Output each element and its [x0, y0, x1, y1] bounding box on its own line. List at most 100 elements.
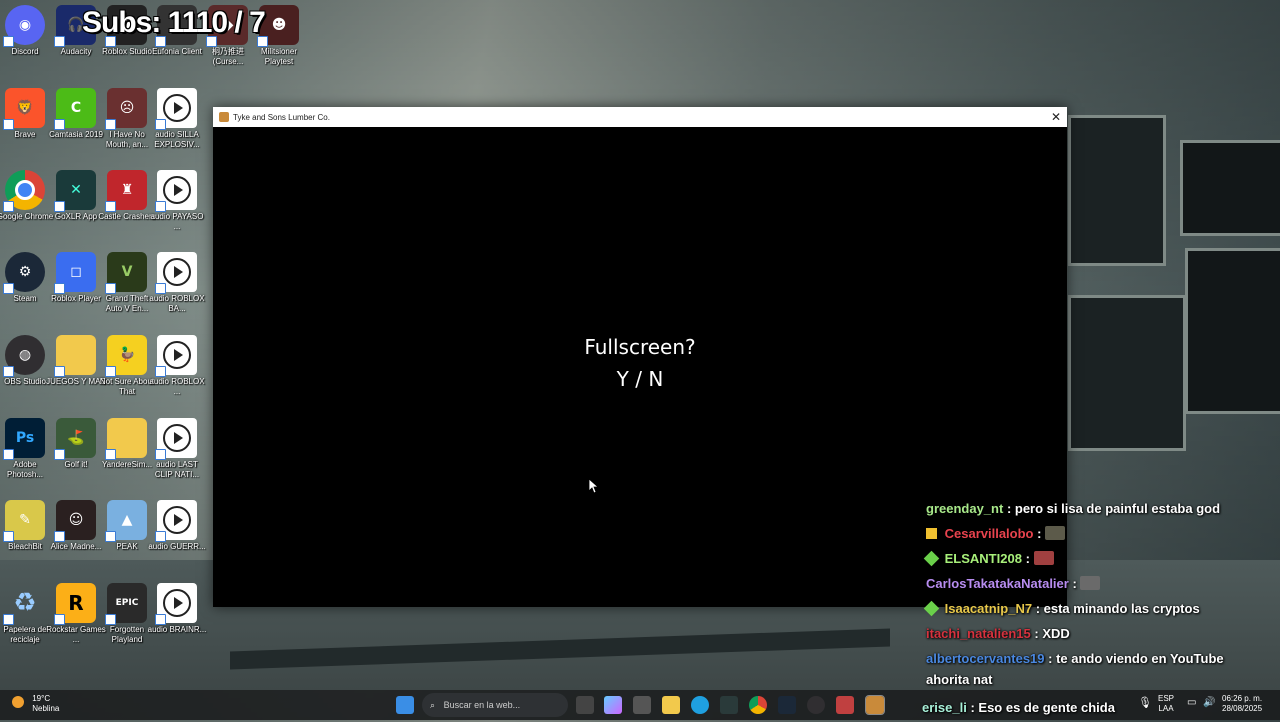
desktop-icon-label: audio SILLA EXPLOSIV...: [154, 130, 200, 149]
desktop-icon-audio-guerr[interactable]: audio GUERR...: [148, 500, 206, 552]
edge-icon[interactable]: [691, 696, 709, 714]
photoshop-icon: Ps: [3, 418, 45, 460]
close-button[interactable]: ✕: [1045, 110, 1067, 124]
desktop-icon-rockstar[interactable]: R Rockstar Games ...: [46, 583, 106, 645]
window-title: Tyke and Sons Lumber Co.: [233, 112, 330, 122]
desktop-icon-audio-brainr[interactable]: audio BRAINR...: [148, 583, 206, 635]
chat-username: greenday_nt: [926, 501, 1004, 516]
desktop-icon-i-have-no-mouth[interactable]: ☹ I Have No Mouth, an...: [103, 88, 151, 150]
chat-username: Cesarvillalobo: [944, 526, 1034, 541]
media-file-icon: [155, 88, 197, 130]
chat-message: CarlosTakatakaNatalier :: [926, 573, 1276, 598]
wallpaper-sign: [1068, 295, 1186, 451]
desktop-icon-label: Militsioner Playtest: [260, 47, 297, 66]
search-placeholder: Buscar en la web...: [443, 700, 521, 710]
window-titlebar[interactable]: Tyke and Sons Lumber Co. ✕: [213, 107, 1067, 127]
desktop-icon-obs[interactable]: ◍ OBS Studio: [1, 335, 49, 387]
desktop-icon-camtasia[interactable]: C Camtasia 2019: [49, 88, 103, 140]
file-explorer-icon[interactable]: [662, 696, 680, 714]
folder-icon: [54, 335, 96, 377]
roblox-icon: ◻: [54, 252, 96, 294]
chrome-taskbar-icon[interactable]: [749, 696, 767, 714]
store-icon[interactable]: [633, 696, 651, 714]
brave-icon: 🦁: [3, 88, 45, 130]
desktop-icon-label: audio GUERR...: [148, 542, 206, 551]
wallpaper-sign: [1180, 140, 1280, 236]
media-file-icon: [155, 252, 197, 294]
emote-icon: [1045, 526, 1066, 540]
desktop-icon-label: audio ROBLOX ...: [149, 377, 205, 396]
chat-text: : pero si lisa de painful estaba god: [1006, 501, 1221, 516]
desktop-icon-bleachbit[interactable]: ✎ BleachBit: [1, 500, 49, 552]
game-icon: ☻: [257, 5, 299, 47]
game-taskbar-icon[interactable]: [865, 695, 885, 715]
media-file-icon: [155, 500, 197, 542]
desktop-icon-audio-roblox-ba[interactable]: audio ROBLOX BA...: [149, 252, 205, 314]
epic-games-icon: EPIC: [105, 583, 147, 625]
chat-message: Cesarvillalobo :: [926, 523, 1276, 548]
emote-icon: [1080, 576, 1101, 590]
desktop-icon-peak[interactable]: ▲ PEAK: [103, 500, 151, 552]
bleachbit-icon: ✎: [3, 500, 45, 542]
desktop-icon-alice[interactable]: ☺ Alice Madne...: [51, 500, 101, 552]
desktop-icon-label: audio BRAINR...: [147, 625, 207, 634]
chat-text: : Eso es de gente chida: [970, 700, 1115, 715]
desktop-icon-juegos-y-mas[interactable]: JUEGOS Y MAS: [46, 335, 106, 387]
media-file-icon: [155, 170, 197, 212]
desktop-icon-chrome[interactable]: Google Chrome: [0, 170, 53, 222]
game-icon: ☺: [54, 500, 96, 542]
prompt-question: Fullscreen?: [584, 335, 696, 359]
desktop-icon-audio-last-clip[interactable]: audio LAST CLIP NATI...: [153, 418, 201, 480]
desktop-icon-roblox-player[interactable]: ◻ Roblox Player: [51, 252, 101, 304]
mountain-icon: ▲: [105, 500, 147, 542]
duck-icon: 🦆: [105, 335, 147, 377]
steam-icon: ⚙: [3, 252, 45, 294]
desktop-icon-golf-it[interactable]: ⛳ Golf it!: [52, 418, 100, 470]
desktop-icon-not-sure[interactable]: 🦆 Not Sure About That: [100, 335, 154, 397]
desktop-icon-label: audio LAST CLIP NATI...: [154, 460, 200, 479]
stream-chat: greenday_nt : pero si lisa de painful es…: [923, 498, 1276, 694]
folder-icon: [105, 418, 147, 460]
media-file-icon: [155, 583, 197, 625]
desktop-icon-gta-v[interactable]: V Grand Theft Auto V En...: [103, 252, 151, 314]
desktop-icon-audio-silla[interactable]: audio SILLA EXPLOSIV...: [153, 88, 201, 150]
media-file-icon: [155, 418, 197, 460]
desktop-icon-goxlr[interactable]: ✕ GoXLR App: [52, 170, 100, 222]
steam-taskbar-icon[interactable]: [778, 696, 796, 714]
chat-message: Isaacatnip_N7 : esta minando las cryptos: [923, 598, 1276, 623]
chat-text: :: [1037, 526, 1042, 541]
desktop-icon-castle-crashers[interactable]: ♜ Castle Crashers: [98, 170, 156, 222]
search-box[interactable]: ⌕ Buscar en la web...: [422, 693, 568, 717]
goxlr-taskbar-icon[interactable]: [720, 696, 738, 714]
search-icon: ⌕: [430, 700, 436, 710]
discord-icon: ◉: [3, 5, 45, 47]
chat-username: albertocervantes19: [926, 651, 1045, 666]
rockstar-icon: R: [54, 583, 96, 625]
desktop-icon-forgotten-playland[interactable]: EPIC Forgotten Playland: [103, 583, 151, 645]
task-view-icon[interactable]: [576, 696, 594, 714]
media-file-icon: [155, 335, 197, 377]
app-taskbar-icon[interactable]: [836, 696, 854, 714]
desktop-icon-steam[interactable]: ⚙ Steam: [1, 252, 49, 304]
desktop-icon-audio-payaso[interactable]: audio PAYASO ...: [151, 170, 203, 232]
obs-taskbar-icon[interactable]: [807, 696, 825, 714]
desktop-icon-audio-roblox[interactable]: audio ROBLOX ...: [149, 335, 205, 397]
copilot-icon[interactable]: [604, 696, 622, 714]
chat-message: greenday_nt : pero si lisa de painful es…: [926, 498, 1276, 523]
chat-text: :: [1072, 576, 1077, 591]
start-button[interactable]: [396, 696, 414, 714]
prompt-options: Y / N: [616, 367, 664, 391]
desktop-icon-discord[interactable]: ◉ Discord: [1, 5, 49, 57]
desktop-icon-yandere[interactable]: YandereSim...: [102, 418, 152, 470]
desktop-icon-brave[interactable]: 🦁 Brave: [1, 88, 49, 140]
plus-badge-icon: [923, 550, 940, 567]
weather-widget[interactable]: 19°C Neblina: [12, 694, 59, 714]
desktop-icon-recycle-bin[interactable]: ♻ Papelera de reciclaje: [1, 583, 49, 645]
plus-badge-icon: [923, 600, 940, 617]
gta-icon: V: [105, 252, 147, 294]
desktop-icon-photoshop[interactable]: Ps Adobe Photosh...: [1, 418, 49, 480]
game-icon: ☹: [105, 88, 147, 130]
weather-desc: Neblina: [32, 704, 60, 713]
camtasia-icon: C: [54, 88, 96, 130]
chat-message: albertocervantes19 : te ando viendo en Y…: [926, 648, 1276, 669]
